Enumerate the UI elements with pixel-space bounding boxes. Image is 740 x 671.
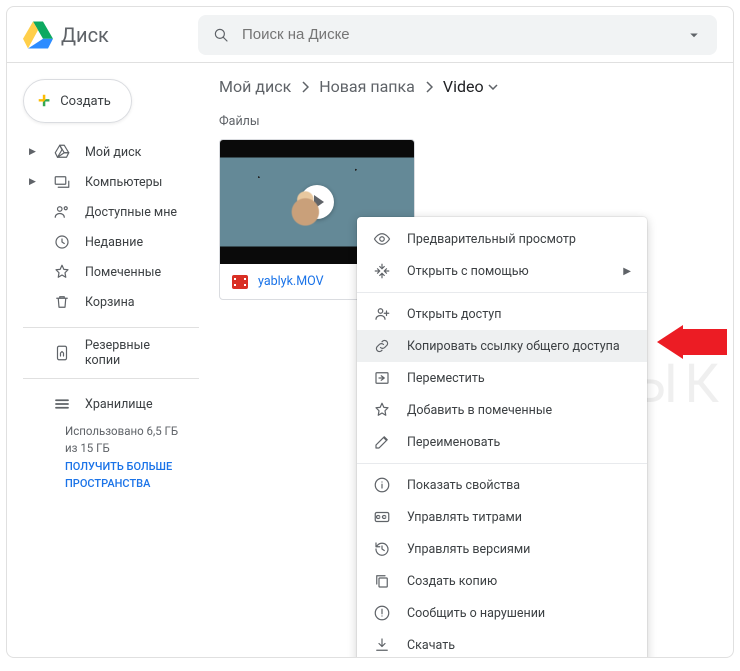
move-icon <box>373 369 391 387</box>
star-icon <box>373 401 391 419</box>
ctx-move[interactable]: Переместить <box>357 362 647 394</box>
breadcrumb-seg-2[interactable]: Новая папка <box>319 77 415 96</box>
file-name: yablyk.MOV <box>258 274 324 289</box>
download-icon <box>373 636 391 654</box>
sidebar-item-trash[interactable]: Корзина <box>11 287 199 317</box>
open-with-icon <box>373 262 391 280</box>
copy-icon <box>373 572 391 590</box>
sidebar-item-starred[interactable]: Помеченные <box>11 257 199 287</box>
ctx-link[interactable]: Копировать ссылку общего доступа <box>357 330 647 362</box>
search-icon <box>212 26 230 44</box>
versions-icon <box>373 540 391 558</box>
ctx-info[interactable]: Показать свойства <box>357 469 647 501</box>
play-icon <box>300 185 334 219</box>
context-menu: Предварительный просмотрОткрыть с помощь… <box>357 217 647 658</box>
chevron-right-icon <box>425 81 433 93</box>
trash-icon <box>53 293 71 311</box>
breadcrumb-seg-1[interactable]: Мой диск <box>219 77 291 96</box>
nav-list: ▶Мой диск ▶Компьютеры Доступные мне Неда… <box>11 137 199 317</box>
sidebar-item-storage[interactable]: Хранилище <box>11 389 199 419</box>
sidebar-item-shared[interactable]: Доступные мне <box>11 197 199 227</box>
search-options-icon[interactable] <box>685 26 703 44</box>
storage-icon <box>53 395 71 413</box>
ctx-star[interactable]: Добавить в помеченные <box>357 394 647 426</box>
chevron-right-icon: ▶ <box>29 147 39 157</box>
logo[interactable]: Диск <box>23 20 198 50</box>
search-bar[interactable] <box>198 15 717 55</box>
star-icon <box>53 263 71 281</box>
new-button-label: Создать <box>60 94 111 109</box>
shared-icon <box>53 203 71 221</box>
drive-logo-icon <box>23 20 53 50</box>
breadcrumb: Мой диск Новая папка Video <box>219 77 713 96</box>
ctx-download[interactable]: Скачать <box>357 629 647 658</box>
rename-icon <box>373 433 391 451</box>
ctx-report[interactable]: Сообщить о нарушении <box>357 597 647 629</box>
sidebar-item-computers[interactable]: ▶Компьютеры <box>11 167 199 197</box>
header: Диск <box>7 7 733 63</box>
sidebar-item-recent[interactable]: Недавние <box>11 227 199 257</box>
cc-icon <box>373 508 391 526</box>
new-button[interactable]: + Создать <box>23 79 132 123</box>
ctx-cc[interactable]: Управлять титрами <box>357 501 647 533</box>
sidebar-item-my-drive[interactable]: ▶Мой диск <box>11 137 199 167</box>
plus-icon: + <box>38 89 50 114</box>
backups-icon <box>53 344 71 362</box>
recent-icon <box>53 233 71 251</box>
ctx-person-add[interactable]: Открыть доступ <box>357 298 647 330</box>
callout-arrow <box>657 325 727 359</box>
computers-icon <box>53 173 71 191</box>
person-add-icon <box>373 305 391 323</box>
report-icon <box>373 604 391 622</box>
eye-icon <box>373 230 391 248</box>
search-input[interactable] <box>242 26 673 43</box>
files-section-label: Файлы <box>219 114 713 129</box>
ctx-eye[interactable]: Предварительный просмотр <box>357 223 647 255</box>
app-name: Диск <box>61 23 109 47</box>
ctx-rename[interactable]: Переименовать <box>357 426 647 458</box>
info-icon <box>373 476 391 494</box>
storage-used-text: Использовано 6,5 ГБ из 15 ГБ <box>65 423 187 458</box>
get-more-storage-link[interactable]: ПОЛУЧИТЬ БОЛЬШЕ ПРОСТРАНСТВА <box>65 460 172 491</box>
chevron-right-icon: ▶ <box>623 266 631 277</box>
ctx-copy[interactable]: Создать копию <box>357 565 647 597</box>
sidebar: + Создать ▶Мой диск ▶Компьютеры Доступны… <box>7 63 199 657</box>
ctx-open-with[interactable]: Открыть с помощью▶ <box>357 255 647 287</box>
link-icon <box>373 337 391 355</box>
storage-info: Использовано 6,5 ГБ из 15 ГБ ПОЛУЧИТЬ БО… <box>11 419 199 493</box>
ctx-versions[interactable]: Управлять версиями <box>357 533 647 565</box>
chevron-right-icon <box>301 81 309 93</box>
video-file-icon <box>232 275 248 289</box>
my-drive-icon <box>53 143 71 161</box>
sidebar-item-backups[interactable]: Резервные копии <box>11 338 199 368</box>
chevron-down-icon <box>488 84 498 90</box>
breadcrumb-seg-3[interactable]: Video <box>443 77 498 96</box>
chevron-right-icon: ▶ <box>29 177 39 187</box>
